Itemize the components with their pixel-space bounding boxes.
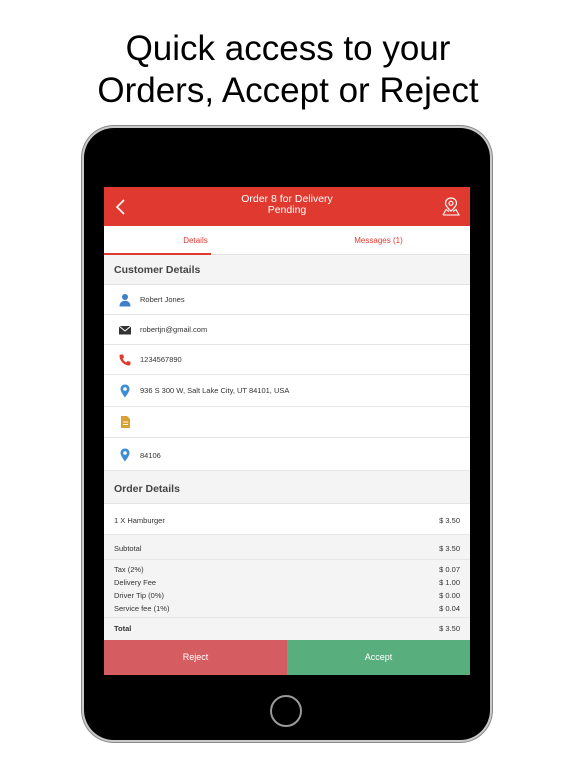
headline-line-1: Quick access to your	[125, 29, 451, 68]
customer-zip-row[interactable]: 84106	[104, 438, 470, 471]
order-item-label: 1 X Hamburger	[114, 516, 165, 525]
customer-zip: 84106	[140, 451, 161, 460]
accept-button[interactable]: Accept	[287, 640, 470, 675]
chevron-left-icon[interactable]	[114, 197, 128, 217]
marketing-headline: Quick access to your Orders, Accept or R…	[0, 28, 576, 112]
order-screen: Order 8 for Delivery Pending Details Mes…	[104, 187, 470, 675]
fee-value: $ 0.04	[439, 604, 460, 613]
fee-value: $ 0.07	[439, 565, 460, 574]
customer-name: Robert Jones	[140, 295, 185, 304]
fee-label: Driver Tip (0%)	[114, 591, 165, 600]
reject-button[interactable]: Reject	[104, 640, 287, 675]
home-button[interactable]	[270, 695, 302, 727]
tab-bar: Details Messages (1)	[104, 226, 470, 255]
customer-phone-row[interactable]: 1234567890	[104, 345, 470, 375]
order-item-row[interactable]: 1 X Hamburger $ 3.50	[104, 504, 470, 535]
location-pin-icon	[120, 448, 130, 462]
fees-block: Tax (2%) $ 0.07 Delivery Fee $ 1.00 Driv…	[104, 560, 470, 618]
customer-email: robertjn@gmail.com	[140, 325, 208, 334]
map-pin-icon[interactable]	[442, 196, 460, 216]
subtotal-row: Subtotal $ 3.50	[104, 535, 470, 560]
total-label: Total	[114, 624, 132, 633]
order-item-price: $ 3.50	[439, 516, 460, 525]
total-value: $ 3.50	[439, 624, 460, 633]
subtotal-label: Subtotal	[114, 544, 142, 553]
fee-label: Service fee (1%)	[114, 604, 170, 613]
customer-name-row[interactable]: Robert Jones	[104, 285, 470, 315]
tab-messages[interactable]: Messages (1)	[287, 226, 470, 255]
phone-icon	[119, 354, 131, 366]
order-details-heading: Order Details	[104, 471, 470, 504]
customer-note-row[interactable]	[104, 407, 470, 438]
tab-details[interactable]: Details	[104, 226, 287, 255]
order-title: Order 8 for Delivery Pending	[164, 194, 410, 216]
subtotal-value: $ 3.50	[439, 544, 460, 553]
document-icon	[121, 416, 130, 428]
fee-label: Tax (2%)	[114, 565, 144, 574]
order-status-text: Pending	[267, 204, 307, 216]
person-icon	[119, 294, 131, 307]
customer-phone: 1234567890	[140, 355, 182, 364]
envelope-icon	[118, 325, 132, 335]
location-pin-icon	[120, 384, 130, 398]
headline-line-2: Orders, Accept or Reject	[97, 71, 479, 110]
customer-email-row[interactable]: robertjn@gmail.com	[104, 315, 470, 345]
customer-address: 936 S 300 W, Salt Lake City, UT 84101, U…	[140, 386, 290, 395]
customer-details-heading: Customer Details	[104, 255, 470, 285]
total-row: Total $ 3.50	[104, 618, 470, 640]
top-bar: Order 8 for Delivery Pending	[104, 187, 470, 226]
fee-value: $ 1.00	[439, 578, 460, 587]
fee-label: Delivery Fee	[114, 578, 157, 587]
customer-address-row[interactable]: 936 S 300 W, Salt Lake City, UT 84101, U…	[104, 375, 470, 407]
fee-value: $ 0.00	[439, 591, 460, 600]
